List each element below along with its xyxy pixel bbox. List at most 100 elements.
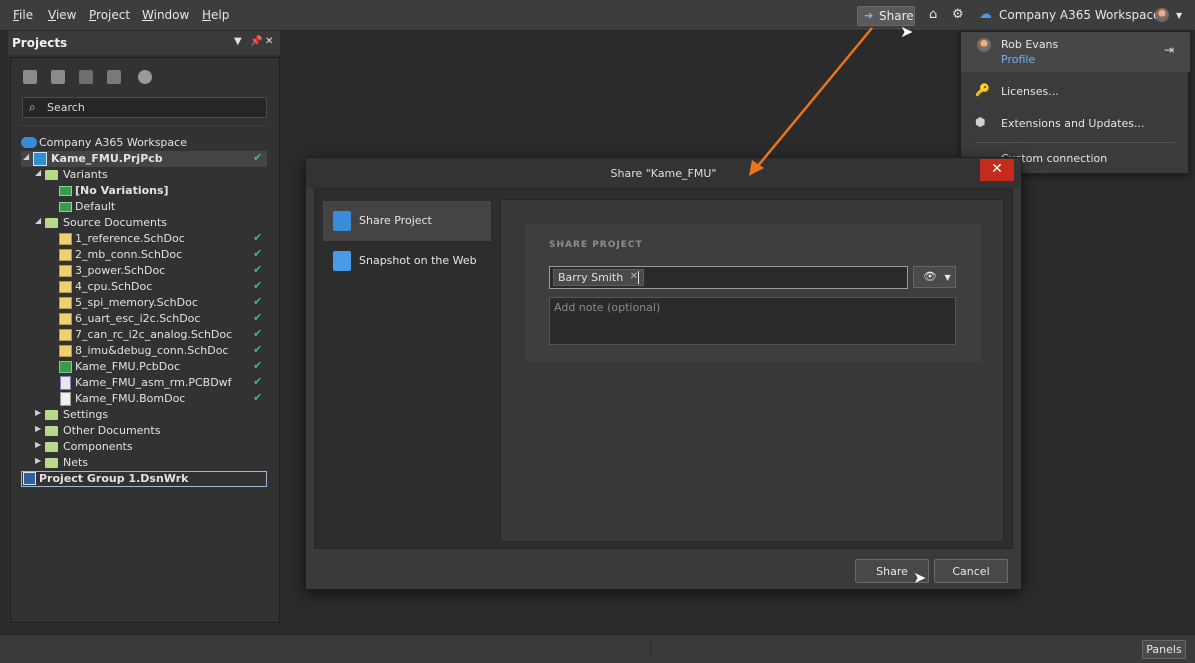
tree-source-folder[interactable]: ◢ Source Documents xyxy=(21,215,267,231)
check-icon: ✔ xyxy=(253,327,263,340)
remove-recipient-icon[interactable]: ✕ xyxy=(630,271,638,282)
schematic-doc-icon xyxy=(59,329,72,341)
text-cursor xyxy=(638,271,639,284)
caret-collapsed-icon[interactable]: ▶ xyxy=(35,440,41,449)
tree-document[interactable]: 2_mb_conn.SchDoc ✔ xyxy=(21,247,267,263)
share-project-icon xyxy=(333,211,351,231)
cancel-button[interactable]: Cancel xyxy=(934,559,1008,583)
tree-document[interactable]: 3_power.SchDoc ✔ xyxy=(21,263,267,279)
menubar: File View Project Window Help ➜ Share ⌂ … xyxy=(0,0,1195,31)
nav-share-project-label: Share Project xyxy=(359,214,432,227)
search-input[interactable]: ⌕ Search xyxy=(22,97,267,118)
caret-expanded-icon[interactable]: ◢ xyxy=(23,152,29,161)
check-icon: ✔ xyxy=(253,375,263,388)
tree-project-group[interactable]: Project Group 1.DsnWrk xyxy=(21,471,267,487)
folder-label: Other Documents xyxy=(63,424,161,437)
tree-folder-other[interactable]: ▶ Other Documents xyxy=(21,423,267,439)
dialog-close-button[interactable]: ✕ xyxy=(980,159,1014,181)
user-name: Rob Evans xyxy=(1001,38,1059,51)
pin-icon[interactable]: 📌 xyxy=(250,36,262,47)
gear-icon[interactable]: ⚙ xyxy=(952,7,964,22)
folder-icon xyxy=(45,410,58,420)
extensions-icon: ⬢ xyxy=(975,115,986,129)
tree-document[interactable]: 7_can_rc_i2c_analog.SchDoc ✔ xyxy=(21,327,267,343)
project-icon xyxy=(33,152,47,166)
panels-button[interactable]: Panels xyxy=(1142,640,1186,659)
tree-document[interactable]: 8_imu&debug_conn.SchDoc ✔ xyxy=(21,343,267,359)
tree-document[interactable]: 4_cpu.SchDoc ✔ xyxy=(21,279,267,295)
nav-snapshot-label: Snapshot on the Web xyxy=(359,254,477,267)
menu-help[interactable]: Help xyxy=(202,8,229,22)
sign-out-icon[interactable]: ⇥ xyxy=(1164,43,1174,57)
chevron-down-icon[interactable]: ▼ xyxy=(1176,11,1182,20)
tree-document[interactable]: Kame_FMU.BomDoc ✔ xyxy=(21,391,267,407)
caret-collapsed-icon[interactable]: ▶ xyxy=(35,408,41,417)
tree-variants-folder[interactable]: ◢ Variants xyxy=(21,167,267,183)
caret-collapsed-icon[interactable]: ▶ xyxy=(35,456,41,465)
tree-document[interactable]: 6_uart_esc_i2c.SchDoc ✔ xyxy=(21,311,267,327)
caret-expanded-icon[interactable]: ◢ xyxy=(35,168,41,177)
user-profile-row[interactable]: Rob Evans Profile ⇥ xyxy=(961,32,1190,72)
profile-link[interactable]: Profile xyxy=(1001,53,1035,66)
tree-variant-item[interactable]: Default xyxy=(21,199,267,215)
nav-snapshot-web[interactable]: Snapshot on the Web xyxy=(323,241,491,281)
settings-icon[interactable] xyxy=(138,70,152,84)
folder-icon xyxy=(45,426,58,436)
nav-share-project[interactable]: Share Project xyxy=(323,201,491,241)
check-icon: ✔ xyxy=(253,295,263,308)
tree-folder-settings[interactable]: ▶ Settings xyxy=(21,407,267,423)
workspace-selector[interactable]: Company A365 Workspace xyxy=(999,8,1160,22)
menu-extensions[interactable]: Extensions and Updates... xyxy=(1001,117,1144,130)
pcb-doc-icon xyxy=(59,361,72,373)
schematic-doc-icon xyxy=(59,297,72,309)
folder-icon xyxy=(45,170,58,180)
menu-view[interactable]: View xyxy=(48,8,76,22)
bom-doc-icon xyxy=(60,392,71,406)
tree-variant-label: [No Variations] xyxy=(75,184,169,197)
document-label: 5_spi_memory.SchDoc xyxy=(75,296,198,309)
check-icon: ✔ xyxy=(253,247,263,260)
tree-document[interactable]: Kame_FMU.PcbDoc ✔ xyxy=(21,359,267,375)
tree-document[interactable]: Kame_FMU_asm_rm.PCBDwf ✔ xyxy=(21,375,267,391)
folder-settings-icon[interactable] xyxy=(107,70,121,84)
tree-folder-components[interactable]: ▶ Components xyxy=(21,439,267,455)
schematic-doc-icon xyxy=(59,249,72,261)
key-icon: 🔑 xyxy=(975,83,990,97)
home-icon[interactable]: ⌂ xyxy=(929,7,937,22)
save-icon[interactable] xyxy=(23,70,37,84)
close-icon[interactable]: ✕ xyxy=(265,36,273,47)
mouse-cursor-icon: ➤ xyxy=(913,568,927,587)
tree-project[interactable]: ◢ Kame_FMU.PrjPcb ✔ xyxy=(21,151,267,167)
tree-folder-nets[interactable]: ▶ Nets xyxy=(21,455,267,471)
menu-licenses[interactable]: Licenses... xyxy=(1001,85,1059,98)
menu-window[interactable]: Window xyxy=(142,8,189,22)
share-content-pane: SHARE PROJECT Barry Smith ✕ 👁 ▼ Add note… xyxy=(500,199,1004,542)
panel-menu-icon[interactable]: ▼ xyxy=(234,36,242,47)
tree-document[interactable]: 5_spi_memory.SchDoc ✔ xyxy=(21,295,267,311)
share-heading: SHARE PROJECT xyxy=(549,240,643,250)
variant-icon xyxy=(59,186,72,196)
user-avatar[interactable] xyxy=(1155,8,1169,22)
menu-file[interactable]: File xyxy=(13,8,33,22)
document-label: Kame_FMU_asm_rm.PCBDwf xyxy=(75,376,232,389)
copy-icon[interactable] xyxy=(51,70,65,84)
recipient-chip-label: Barry Smith xyxy=(558,271,624,284)
dialog-title: Share "Kame_FMU" xyxy=(306,158,1021,188)
tree-variant-item[interactable]: [No Variations] xyxy=(21,183,267,199)
document-label: 8_imu&debug_conn.SchDoc xyxy=(75,344,229,357)
caret-collapsed-icon[interactable]: ▶ xyxy=(35,424,41,433)
tree-workspace[interactable]: Company A365 Workspace xyxy=(21,135,271,151)
folder-label: Components xyxy=(63,440,133,453)
permission-dropdown[interactable]: 👁 ▼ xyxy=(913,266,956,288)
panel-body: ⌕ Search Company A365 Workspace ◢ Kame_F… xyxy=(10,57,280,623)
annotation-arrow-line xyxy=(756,27,873,168)
tree-document[interactable]: 1_reference.SchDoc ✔ xyxy=(21,231,267,247)
tree-variant-label: Default xyxy=(75,200,116,213)
caret-expanded-icon[interactable]: ◢ xyxy=(35,216,41,225)
tree-variants-label: Variants xyxy=(63,168,108,181)
menu-project[interactable]: Project xyxy=(89,8,130,22)
folder-move-icon[interactable] xyxy=(79,70,93,84)
search-icon: ⌕ xyxy=(29,100,36,114)
note-input[interactable]: Add note (optional) xyxy=(549,297,956,345)
recipient-input[interactable]: Barry Smith ✕ xyxy=(549,266,908,289)
